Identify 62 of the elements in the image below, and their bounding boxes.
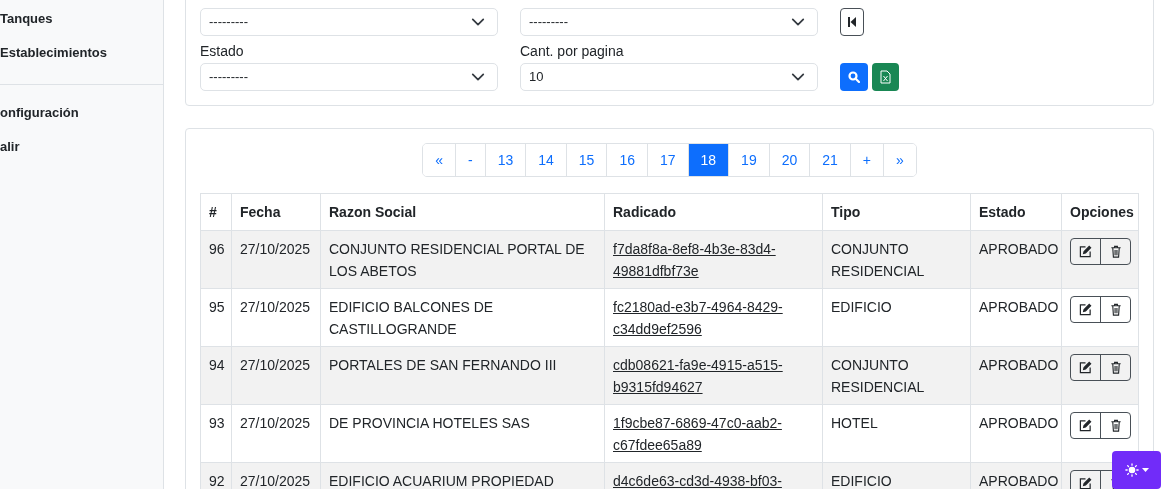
- edit-icon: [1079, 477, 1092, 489]
- edit-icon: [1079, 419, 1092, 432]
- table-cell: CONJUNTO RESIDENCIAL PORTAL DE LOS ABETOS: [320, 230, 605, 289]
- trash-icon: [1109, 303, 1122, 316]
- page-link[interactable]: 18: [687, 144, 729, 176]
- table-cell: 27/10/2025: [231, 346, 321, 405]
- column-header: Fecha: [231, 193, 321, 231]
- field-label: Cant. por pagina: [520, 42, 625, 60]
- table-cell: APROBADO: [970, 346, 1062, 405]
- table-cell: 94: [200, 346, 232, 405]
- table-cell: APROBADO: [970, 404, 1062, 463]
- table-cell: APROBADO: [970, 288, 1062, 347]
- table-cell: APROBADO: [970, 462, 1062, 489]
- trash-icon: [1109, 419, 1122, 432]
- table-cell: 92: [200, 462, 232, 489]
- theme-toggle-button[interactable]: [1112, 451, 1161, 489]
- table-cell: 27/10/2025: [231, 462, 321, 489]
- column-header: Razon Social: [320, 193, 605, 231]
- skip-start-icon: [847, 16, 857, 28]
- sun-icon: [1124, 463, 1139, 477]
- table-cell: 27/10/2025: [231, 230, 321, 289]
- table-cell: 27/10/2025: [231, 288, 321, 347]
- sidebar-link[interactable]: alir: [0, 139, 163, 173]
- column-header: #: [200, 193, 232, 231]
- column-header: Estado: [970, 193, 1062, 231]
- column-header: Opciones: [1061, 193, 1139, 231]
- table-cell: HOTEL: [822, 404, 971, 463]
- sidebar-link[interactable]: onfiguración: [0, 105, 163, 139]
- table-cell: EDIFICIO: [822, 462, 971, 489]
- trash-icon: [1109, 361, 1122, 374]
- table-cell: EDIFICIO: [822, 288, 971, 347]
- table-cell: CONJUNTO RESIDENCIAL: [822, 346, 971, 405]
- table-cell: 96: [200, 230, 232, 289]
- search-button[interactable]: [840, 63, 868, 91]
- table-cell: PORTALES DE SAN FERNANDO III: [320, 346, 605, 405]
- spreadsheet-file-icon: [880, 70, 891, 84]
- caret-icon: [1141, 468, 1149, 472]
- select-field[interactable]: 10: [520, 63, 818, 91]
- sidebar-link[interactable]: Tanques: [0, 11, 163, 45]
- field-label: Estado: [200, 42, 245, 60]
- table-cell: EDIFICIO BALCONES DE CASTILLOGRANDE: [320, 288, 605, 347]
- table-cell: APROBADO: [970, 230, 1062, 289]
- first-page-button[interactable]: [840, 8, 864, 36]
- search-icon: [848, 71, 860, 83]
- table-cell: EDIFICIO ACUARIUM PROPIEDAD: [320, 462, 605, 489]
- select-field[interactable]: ---------: [200, 63, 498, 91]
- edit-icon: [1079, 245, 1092, 258]
- table-cell: 93: [200, 404, 232, 463]
- table-cell: DE PROVINCIA HOTELES SAS: [320, 404, 605, 463]
- excel-export-button[interactable]: [872, 63, 899, 91]
- page-link[interactable]: »: [883, 144, 916, 176]
- column-header: Radicado: [604, 193, 823, 231]
- table-cell: CONJUNTO RESIDENCIAL: [822, 230, 971, 289]
- table-cell: 27/10/2025: [231, 404, 321, 463]
- trash-icon: [1109, 245, 1122, 258]
- select-field[interactable]: ---------: [200, 8, 498, 36]
- table-cell: 95: [200, 288, 232, 347]
- edit-icon: [1079, 303, 1092, 316]
- select-field[interactable]: ---------: [520, 8, 818, 36]
- sidebar-link[interactable]: Establecimientos: [0, 45, 163, 79]
- edit-icon: [1079, 361, 1092, 374]
- column-header: Tipo: [822, 193, 971, 231]
